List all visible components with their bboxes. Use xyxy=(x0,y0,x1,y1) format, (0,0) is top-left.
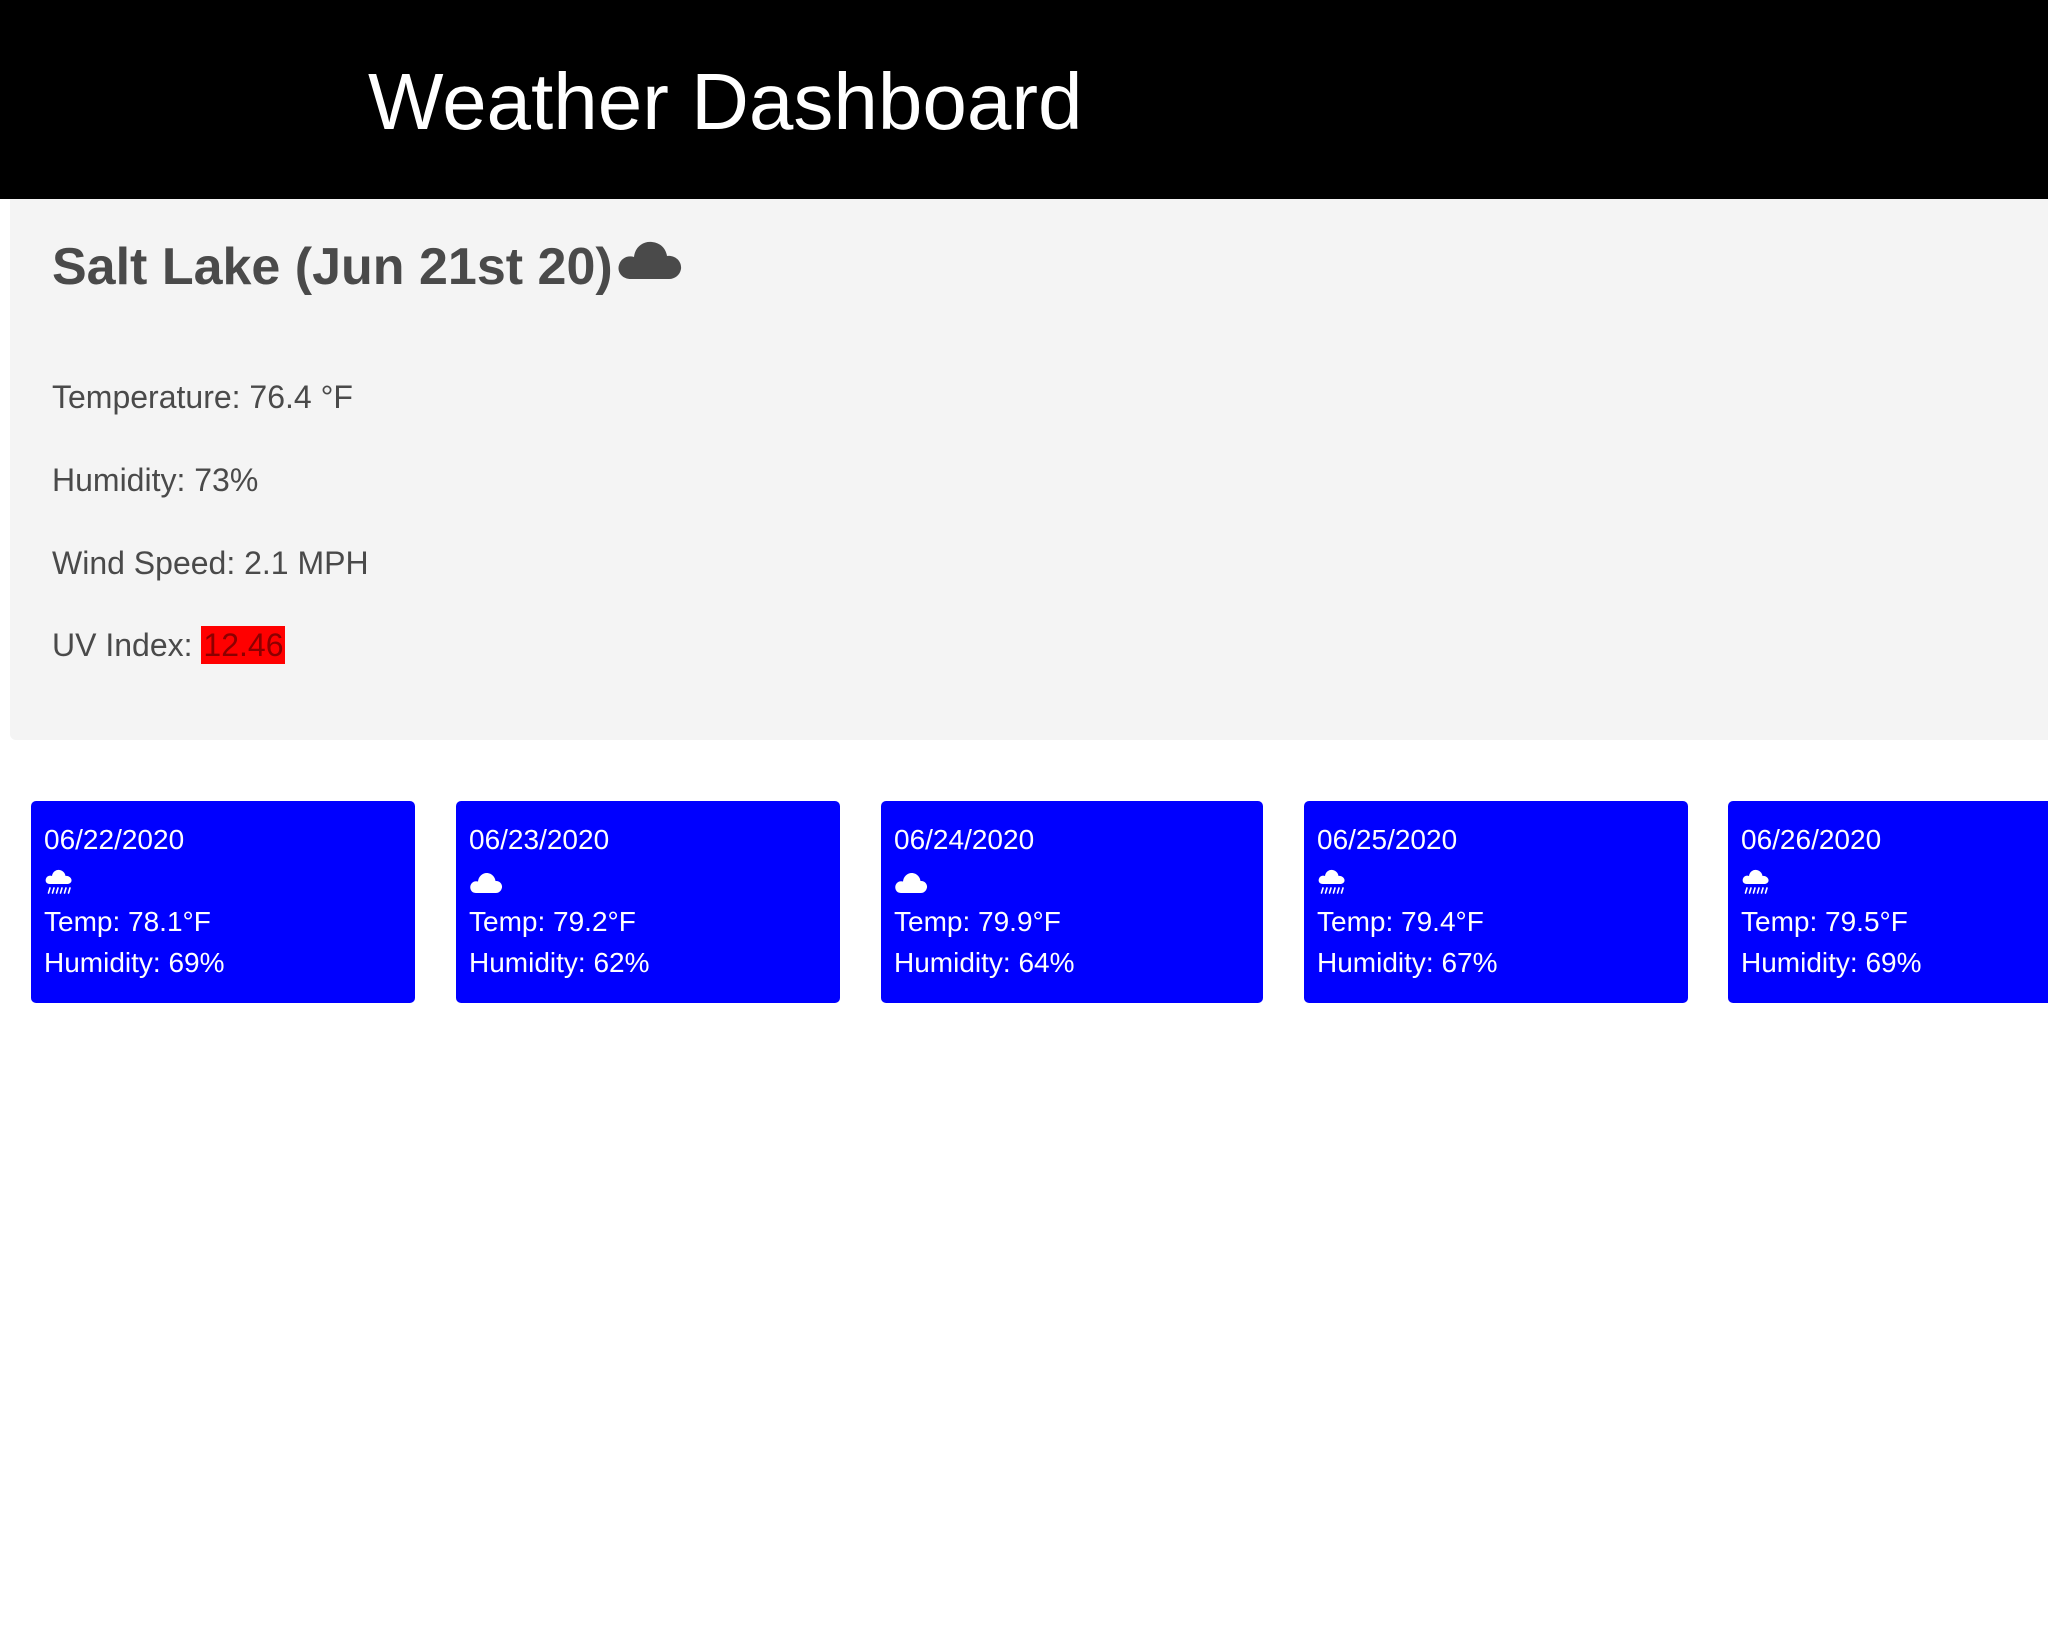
forecast-temp: Temp: 79.5°F xyxy=(1741,906,1908,937)
forecast-humidity: Humidity: 69% xyxy=(44,947,225,978)
page-header: Weather Dashboard xyxy=(0,0,2048,199)
cloud-rain-icon xyxy=(1317,867,1347,897)
forecast-date: 06/22/2020 xyxy=(44,824,185,855)
uv-index-label: UV Index: xyxy=(52,627,202,663)
cloud-rain-icon xyxy=(1741,867,1771,897)
current-weather-panel: Salt Lake (Jun 21st 20) Temperature: 76.… xyxy=(10,199,2048,740)
forecast-card: 06/26/2020 Temp: 79.5°F Humidity: 69% xyxy=(1728,801,2048,1003)
forecast-humidity: Humidity: 69% xyxy=(1741,947,1922,978)
current-temperature: Temperature: 76.4 °F xyxy=(52,379,353,415)
current-humidity: Humidity: 73% xyxy=(52,462,259,498)
forecast-humidity: Humidity: 67% xyxy=(1317,947,1498,978)
city-heading: Salt Lake (Jun 21st 20) xyxy=(52,235,685,299)
uv-index-badge: 12.46 xyxy=(201,626,286,664)
page-title: Weather Dashboard xyxy=(368,57,1083,146)
cloud-icon xyxy=(894,867,928,897)
forecast-date: 06/26/2020 xyxy=(1741,824,1882,855)
forecast-date: 06/24/2020 xyxy=(894,824,1035,855)
forecast-date: 06/25/2020 xyxy=(1317,824,1458,855)
forecast-card: 06/22/2020 Temp: 78.1°F Humidity: 69% xyxy=(31,801,415,1003)
forecast-card: 06/24/2020 Temp: 79.9°F Humidity: 64% xyxy=(881,801,1263,1003)
forecast-humidity: Humidity: 62% xyxy=(469,947,650,978)
cloud-icon xyxy=(469,867,503,897)
forecast-date: 06/23/2020 xyxy=(469,824,610,855)
forecast-card: 06/23/2020 Temp: 79.2°F Humidity: 62% xyxy=(456,801,840,1003)
current-wind-speed: Wind Speed: 2.1 MPH xyxy=(52,545,369,581)
current-uv-index: UV Index: 12.46 xyxy=(52,625,286,665)
forecast-temp: Temp: 79.9°F xyxy=(894,906,1061,937)
city-date-label: Salt Lake (Jun 21st 20) xyxy=(52,238,613,296)
forecast-humidity: Humidity: 64% xyxy=(894,947,1075,978)
cloud-rain-icon xyxy=(44,867,74,897)
cloud-icon xyxy=(615,233,685,298)
forecast-temp: Temp: 79.4°F xyxy=(1317,906,1484,937)
forecast-temp: Temp: 78.1°F xyxy=(44,906,211,937)
forecast-card: 06/25/2020 Temp: 79.4°F Humidity: 67% xyxy=(1304,801,1688,1003)
forecast-temp: Temp: 79.2°F xyxy=(469,906,636,937)
